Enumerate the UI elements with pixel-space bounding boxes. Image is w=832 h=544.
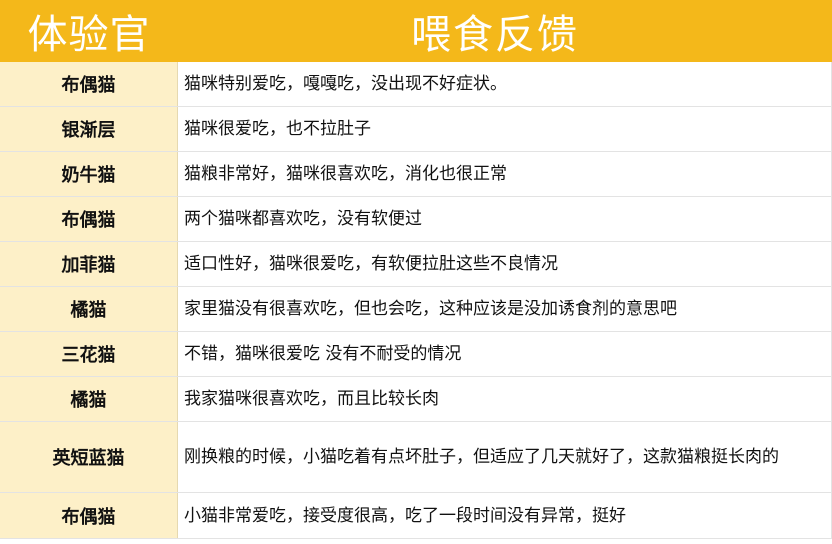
breed-cell: 银渐层 [0, 107, 178, 151]
feedback-cell: 刚换粮的时候，小猫吃着有点坏肚子，但适应了几天就好了，这款猫粮挺长肉的 [178, 422, 832, 492]
table-row: 橘猫 家里猫没有很喜欢吃，但也会吃，这种应该是没加诱食剂的意思吧 [0, 287, 832, 332]
breed-cell: 英短蓝猫 [0, 422, 178, 492]
table-body: 布偶猫 猫咪特别爱吃，嘎嘎吃，没出现不好症状。 银渐层 猫咪很爱吃，也不拉肚子 … [0, 62, 832, 539]
feedback-table: 体验官 喂食反馈 布偶猫 猫咪特别爱吃，嘎嘎吃，没出现不好症状。 银渐层 猫咪很… [0, 0, 832, 544]
table-row: 布偶猫 猫咪特别爱吃，嘎嘎吃，没出现不好症状。 [0, 62, 832, 107]
table-row: 英短蓝猫 刚换粮的时候，小猫吃着有点坏肚子，但适应了几天就好了，这款猫粮挺长肉的 [0, 422, 832, 493]
breed-cell: 三花猫 [0, 332, 178, 376]
breed-cell: 布偶猫 [0, 197, 178, 241]
breed-cell: 加菲猫 [0, 242, 178, 286]
table-row: 加菲猫 适口性好，猫咪很爱吃，有软便拉肚这些不良情况 [0, 242, 832, 287]
table-row: 布偶猫 小猫非常爱吃，接受度很高，吃了一段时间没有异常，挺好 [0, 493, 832, 539]
table-header: 体验官 喂食反馈 [0, 0, 832, 62]
feedback-cell: 小猫非常爱吃，接受度很高，吃了一段时间没有异常，挺好 [178, 493, 832, 538]
breed-cell: 橘猫 [0, 287, 178, 331]
feedback-cell: 两个猫咪都喜欢吃，没有软便过 [178, 197, 832, 241]
feedback-cell: 我家猫咪很喜欢吃，而且比较长肉 [178, 377, 832, 421]
table-row: 布偶猫 两个猫咪都喜欢吃，没有软便过 [0, 197, 832, 242]
feedback-cell: 适口性好，猫咪很爱吃，有软便拉肚这些不良情况 [178, 242, 832, 286]
table-row: 奶牛猫 猫粮非常好，猫咪很喜欢吃，消化也很正常 [0, 152, 832, 197]
table-row: 银渐层 猫咪很爱吃，也不拉肚子 [0, 107, 832, 152]
feedback-cell: 不错，猫咪很爱吃 没有不耐受的情况 [178, 332, 832, 376]
header-feedback: 喂食反馈 [411, 12, 579, 58]
breed-cell: 橘猫 [0, 377, 178, 421]
feedback-cell: 猫咪很爱吃，也不拉肚子 [178, 107, 832, 151]
header-tester: 体验官 [27, 12, 151, 58]
table-row: 橘猫 我家猫咪很喜欢吃，而且比较长肉 [0, 377, 832, 422]
feedback-cell: 猫咪特别爱吃，嘎嘎吃，没出现不好症状。 [178, 62, 832, 106]
feedback-cell: 家里猫没有很喜欢吃，但也会吃，这种应该是没加诱食剂的意思吧 [178, 287, 832, 331]
feedback-cell: 猫粮非常好，猫咪很喜欢吃，消化也很正常 [178, 152, 832, 196]
table-row: 三花猫 不错，猫咪很爱吃 没有不耐受的情况 [0, 332, 832, 377]
breed-cell: 布偶猫 [0, 62, 178, 106]
breed-cell: 奶牛猫 [0, 152, 178, 196]
breed-cell: 布偶猫 [0, 493, 178, 538]
